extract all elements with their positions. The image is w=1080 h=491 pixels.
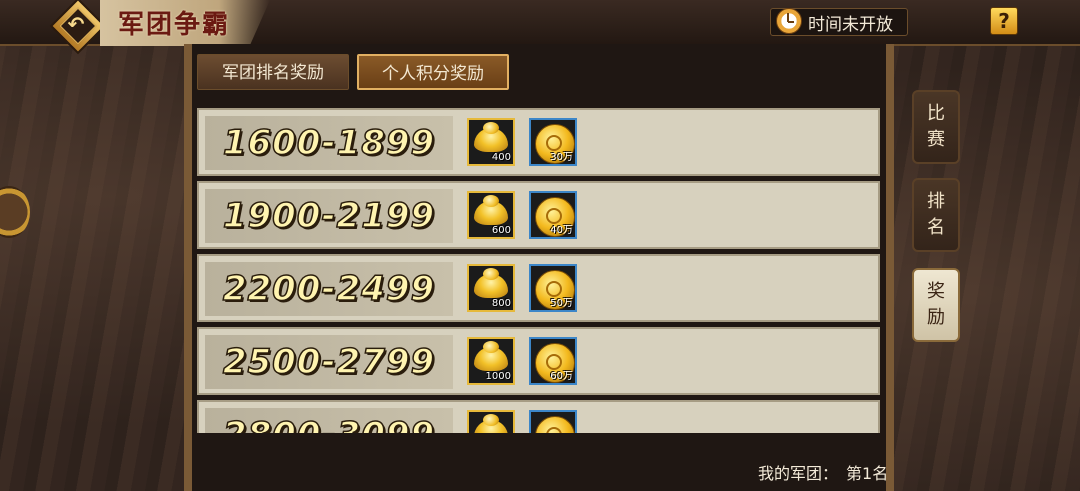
reward-quantity: 600 [491,225,511,236]
reward-quantity: 60万 [550,371,573,382]
side-tab-label: 比 [927,103,945,124]
reward-quantity: 1000 [485,371,511,382]
gold-ingot-icon [474,414,508,433]
gold-ingot-icon [474,341,508,371]
event-status-text: 时间未开放 [808,15,893,35]
reward-quantity: 30万 [550,152,573,163]
reward-row: 2200-2499 800 50万 [197,254,880,322]
my-legion-rank: 我的军团： 第1名 [758,460,888,484]
reward-quantity: 400 [491,152,511,163]
reward-item[interactable]: 800 [467,264,515,312]
gold-ingot-icon [474,268,508,298]
gold-coin-icon [535,416,575,433]
reward-quantity: 800 [491,298,511,309]
reward-item[interactable]: 600 [467,191,515,239]
side-tab-label: 排 [927,191,945,212]
reward-row: 2500-2799 1000 60万 [197,327,880,395]
reward-row: 1600-1899 400 30万 [197,108,880,176]
reward-item[interactable]: 60万 [529,337,577,385]
side-tab-match[interactable]: 比 赛 [912,90,960,164]
reward-item[interactable]: 400 [467,118,515,166]
score-range: 2200-2499 [222,268,436,310]
score-range: 2500-2799 [222,341,436,383]
reward-item[interactable]: 30万 [529,118,577,166]
side-tab-label: 赛 [927,129,945,150]
reward-item[interactable]: 1000 [467,337,515,385]
reward-list[interactable]: 1600-1899 400 30万 1900-2199 600 40万 2200… [197,108,880,433]
side-tab-rewards[interactable]: 奖 励 [912,268,960,342]
reward-quantity: 40万 [550,225,573,236]
reward-quantity: 50万 [550,298,573,309]
reward-item[interactable]: 50万 [529,264,577,312]
side-tab-label: 名 [927,217,945,238]
my-legion-rank-value: 第1名 [846,464,889,483]
side-tab-label: 励 [927,307,945,328]
gold-ingot-icon [474,122,508,152]
reward-item[interactable] [467,410,515,433]
reward-row: 1900-2199 600 40万 [197,181,880,249]
help-button[interactable]: ? [990,7,1018,35]
reward-row: 2800-3099 [197,400,880,433]
gold-ingot-icon [474,195,508,225]
clock-icon [776,8,802,34]
score-range: 1600-1899 [222,122,436,164]
score-range: 1900-2199 [222,195,436,237]
reward-item[interactable] [529,410,577,433]
tab-legion-rank-rewards[interactable]: 军团排名奖励 [197,54,349,90]
side-tab-ranking[interactable]: 排 名 [912,178,960,252]
reward-item[interactable]: 40万 [529,191,577,239]
page-title: 军团争霸 [118,10,231,40]
back-arrow-icon: ↶ [67,12,85,36]
my-legion-label: 我的军团： [758,464,839,483]
side-tab-label: 奖 [927,281,945,302]
tab-personal-score-rewards[interactable]: 个人积分奖励 [357,54,509,90]
score-range: 2800-3099 [205,408,453,433]
